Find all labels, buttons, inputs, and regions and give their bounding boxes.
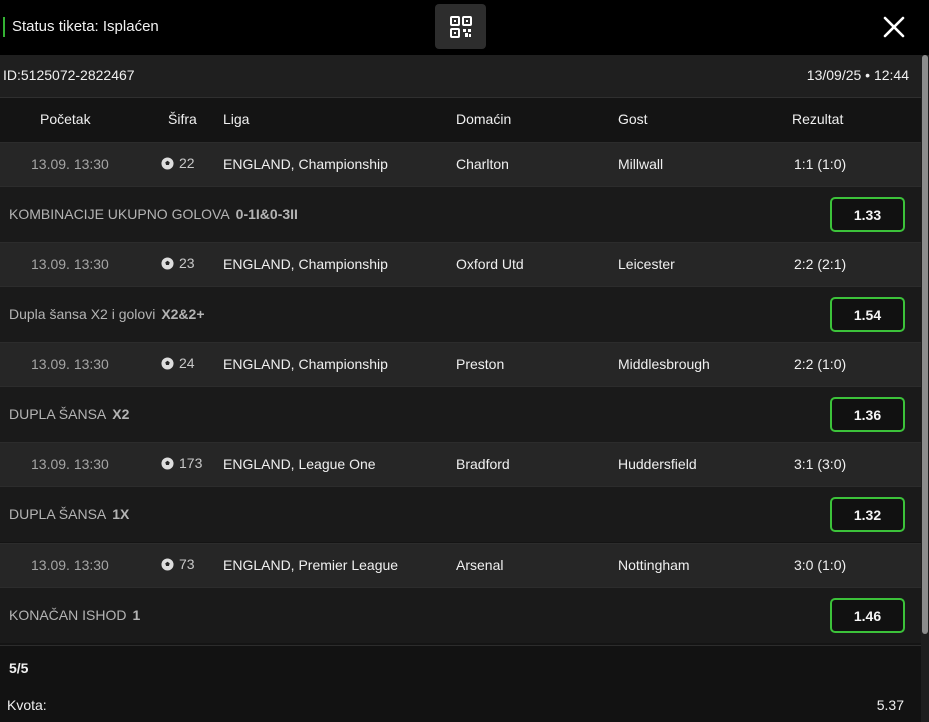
match-row[interactable]: 13.09. 13:30 24 ENGLAND, Championship Pr… xyxy=(0,342,921,386)
match-home: Arsenal xyxy=(456,557,504,573)
odd-badge[interactable]: 1.46 xyxy=(830,598,905,633)
odd-badge[interactable]: 1.36 xyxy=(830,397,905,432)
bet-type: DUPLA ŠANSA X2 xyxy=(9,406,130,422)
bet-type: KONAČAN ISHOD 1 xyxy=(9,607,141,623)
match-time: 13.09. 13:30 xyxy=(31,256,109,272)
qr-code-icon xyxy=(449,15,472,38)
match-league: ENGLAND, Premier League xyxy=(223,557,399,573)
bet-pick: 1 xyxy=(132,607,141,623)
ticket-datetime: 13/09/25 • 12:44 xyxy=(806,67,909,83)
match-result: 3:1 (3:0) xyxy=(794,456,847,472)
bet-pick: 0-1I&0-3II xyxy=(235,206,298,222)
odd-badge[interactable]: 1.54 xyxy=(830,297,905,332)
match-away: Middlesbrough xyxy=(618,356,710,372)
soccer-ball-icon xyxy=(161,557,174,571)
match-away: Nottingham xyxy=(618,557,690,573)
soccer-ball-icon xyxy=(161,156,174,170)
match-time: 13.09. 13:30 xyxy=(31,557,109,573)
match-home: Bradford xyxy=(456,456,510,472)
match-code: 173 xyxy=(161,455,202,471)
close-icon xyxy=(883,16,905,38)
ticket-header: Status tiketa: Isplaćen xyxy=(0,0,929,55)
match-away: Leicester xyxy=(618,256,675,272)
match-result: 2:2 (1:0) xyxy=(794,356,847,372)
total-odds-value: 5.37 xyxy=(876,697,904,713)
column-league: Liga xyxy=(223,111,250,127)
bet-row: DUPLA ŠANSA X2 1.36 xyxy=(0,386,921,442)
column-result: Rezultat xyxy=(792,111,844,127)
match-league: ENGLAND, Championship xyxy=(223,156,388,172)
column-start: Početak xyxy=(40,111,91,127)
event-count: 5/5 xyxy=(9,660,29,676)
match-home: Charlton xyxy=(456,156,509,172)
bet-pick: X2&2+ xyxy=(161,306,205,322)
bet-type: DUPLA ŠANSA 1X xyxy=(9,506,130,522)
odd-badge[interactable]: 1.32 xyxy=(830,497,905,532)
match-league: ENGLAND, Championship xyxy=(223,256,388,272)
ticket-modal: Status tiketa: Isplaćen ID:5125072-28224… xyxy=(0,0,929,722)
match-time: 13.09. 13:30 xyxy=(31,156,109,172)
scrollbar[interactable] xyxy=(921,55,929,722)
match-code: 22 xyxy=(161,155,195,171)
ticket-footer: 5/5 Kvota: 5.37 xyxy=(0,645,921,722)
column-code: Šifra xyxy=(168,111,197,127)
match-result: 3:0 (1:0) xyxy=(794,557,847,573)
close-button[interactable] xyxy=(878,12,910,42)
total-odds-label: Kvota: xyxy=(7,697,47,713)
scrollbar-thumb[interactable] xyxy=(922,55,928,634)
soccer-ball-icon xyxy=(161,256,174,270)
column-headers: Početak Šifra Liga Domaćin Gost Rezultat xyxy=(0,99,921,142)
ticket-id-row: ID:5125072-2822467 13/09/25 • 12:44 xyxy=(0,55,921,98)
match-home: Preston xyxy=(456,356,505,372)
soccer-ball-icon xyxy=(161,356,174,370)
bet-type: Dupla šansa X2 i golovi X2&2+ xyxy=(9,306,205,322)
match-time: 13.09. 13:30 xyxy=(31,456,109,472)
column-home: Domaćin xyxy=(456,111,512,127)
match-row[interactable]: 13.09. 13:30 23 ENGLAND, Championship Ox… xyxy=(0,242,921,286)
match-result: 1:1 (1:0) xyxy=(794,156,847,172)
bet-row: KONAČAN ISHOD 1 1.46 xyxy=(0,587,921,643)
qr-code-button[interactable] xyxy=(435,4,486,49)
bet-pick: X2 xyxy=(112,406,130,422)
bet-row: KOMBINACIJE UKUPNO GOLOVA 0-1I&0-3II 1.33 xyxy=(0,186,921,242)
bet-type: KOMBINACIJE UKUPNO GOLOVA 0-1I&0-3II xyxy=(9,206,298,222)
match-row[interactable]: 13.09. 13:30 73 ENGLAND, Premier League … xyxy=(0,543,921,587)
ticket-id: ID:5125072-2822467 xyxy=(3,67,135,83)
odd-badge[interactable]: 1.33 xyxy=(830,197,905,232)
ticket-status: Status tiketa: Isplaćen xyxy=(3,17,159,37)
match-away: Millwall xyxy=(618,156,664,172)
match-home: Oxford Utd xyxy=(456,256,524,272)
match-league: ENGLAND, Championship xyxy=(223,356,388,372)
match-code: 23 xyxy=(161,255,195,271)
match-row[interactable]: 13.09. 13:30 173 ENGLAND, League One Bra… xyxy=(0,442,921,486)
bet-row: DUPLA ŠANSA 1X 1.32 xyxy=(0,486,921,542)
match-time: 13.09. 13:30 xyxy=(31,356,109,372)
soccer-ball-icon xyxy=(161,456,174,470)
match-row[interactable]: 13.09. 13:30 22 ENGLAND, Championship Ch… xyxy=(0,142,921,186)
bet-pick: 1X xyxy=(112,506,130,522)
bet-row: Dupla šansa X2 i golovi X2&2+ 1.54 xyxy=(0,286,921,342)
match-code: 24 xyxy=(161,355,195,371)
match-away: Huddersfield xyxy=(618,456,697,472)
match-code: 73 xyxy=(161,556,195,572)
column-away: Gost xyxy=(618,111,648,127)
match-league: ENGLAND, League One xyxy=(223,456,376,472)
match-result: 2:2 (2:1) xyxy=(794,256,847,272)
